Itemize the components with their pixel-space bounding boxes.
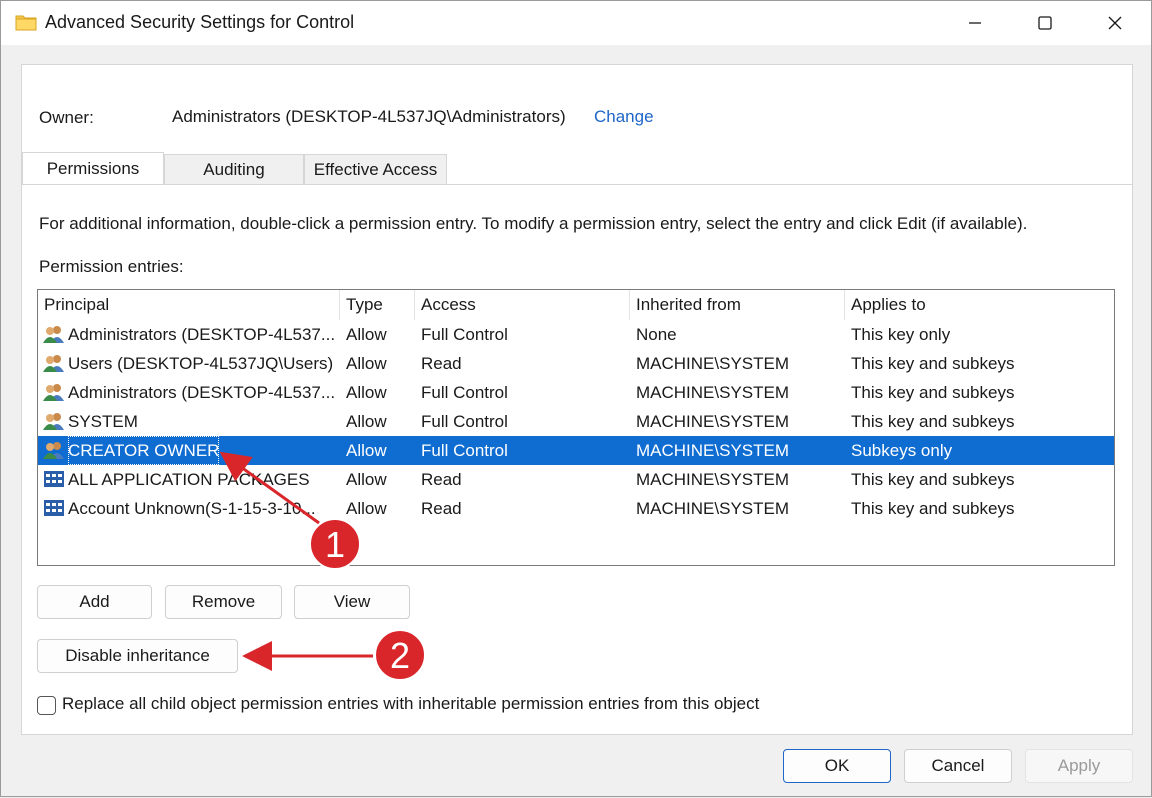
folder-icon <box>15 15 37 31</box>
info-text: For additional information, double-click… <box>39 214 1028 233</box>
tab-effective-access[interactable]: Effective Access <box>304 154 447 185</box>
app-packages-icon <box>44 500 64 516</box>
cell-applies-to: This key and subkeys <box>851 383 1015 402</box>
cell-access: Read <box>421 499 462 518</box>
owner-label: Owner: <box>39 108 94 127</box>
cell-inherited-from: MACHINE\SYSTEM <box>636 441 790 460</box>
cell-principal: Users (DESKTOP-4L537JQ\Users) <box>38 349 340 378</box>
principal-name: Administrators (DESKTOP-4L537... <box>68 325 336 344</box>
cell-applies-to: This key only <box>851 325 951 344</box>
ok-button[interactable]: OK <box>783 749 891 783</box>
replace-child-permissions-label[interactable]: Replace all child object permission entr… <box>62 694 759 714</box>
principal-name: ALL APPLICATION PACKAGES <box>68 470 310 489</box>
table-row[interactable]: Users (DESKTOP-4L537JQ\Users) Allow Read MA… <box>38 349 1114 378</box>
owner-value: Administrators (DESKTOP-4L537JQ\Administ… <box>172 107 566 126</box>
table-row[interactable]: Account Unknown(S-1-15-3-10... Allow Read M… <box>38 494 1114 523</box>
maximize-icon <box>1038 16 1052 30</box>
cell-inherited-from: MACHINE\SYSTEM <box>636 470 790 489</box>
cell-principal: Administrators (DESKTOP-4L537... <box>38 378 340 407</box>
group-users-icon <box>43 384 64 401</box>
permission-entries-label: Permission entries: <box>39 257 184 276</box>
column-header-inherited-from[interactable]: Inherited from <box>630 290 845 320</box>
column-header-applies-to[interactable]: Applies to <box>845 290 1114 320</box>
app-packages-icon <box>44 471 64 487</box>
main-panel: Owner: Administrators (DESKTOP-4L537JQ\A… <box>21 64 1133 735</box>
cell-principal: SYSTEM <box>38 407 340 436</box>
apply-button[interactable]: Apply <box>1025 749 1133 783</box>
add-button[interactable]: Add <box>37 585 152 619</box>
cell-access: Read <box>421 354 462 373</box>
title-bar[interactable]: Advanced Security Settings for Control <box>1 1 1151 45</box>
minimize-icon <box>969 22 981 24</box>
cell-access: Full Control <box>421 383 508 402</box>
group-users-icon <box>43 326 64 343</box>
table-row[interactable]: Administrators (DESKTOP-4L537... Allow Ful… <box>38 378 1114 407</box>
cell-access: Read <box>421 470 462 489</box>
cell-principal: Account Unknown(S-1-15-3-10... <box>38 494 340 523</box>
column-header-principal[interactable]: Principal <box>38 290 340 320</box>
disable-inheritance-button[interactable]: Disable inheritance <box>37 639 238 673</box>
cell-inherited-from: MACHINE\SYSTEM <box>636 354 790 373</box>
principal-name: Account Unknown(S-1-15-3-10... <box>68 499 316 518</box>
cell-type: Allow <box>346 470 387 489</box>
cell-type: Allow <box>346 499 387 518</box>
maximize-button[interactable] <box>1019 1 1071 45</box>
cell-access: Full Control <box>421 412 508 431</box>
tab-permissions[interactable]: Permissions <box>22 152 164 185</box>
cell-applies-to: This key and subkeys <box>851 412 1015 431</box>
table-row[interactable]: Administrators (DESKTOP-4L537... Allow Ful… <box>38 320 1114 349</box>
group-users-icon <box>43 413 64 430</box>
cell-principal: CREATOR OWNER <box>38 436 340 465</box>
cell-access: Full Control <box>421 441 508 460</box>
principal-name: SYSTEM <box>68 412 138 431</box>
group-users-icon <box>43 442 64 459</box>
principal-name: Users (DESKTOP-4L537JQ\Users) <box>68 354 334 373</box>
cell-applies-to: This key and subkeys <box>851 354 1015 373</box>
window-title: Advanced Security Settings for Control <box>45 12 355 32</box>
change-owner-link[interactable]: Change <box>594 107 654 127</box>
cell-applies-to: This key and subkeys <box>851 470 1015 489</box>
tab-divider <box>22 184 1132 185</box>
minimize-button[interactable] <box>949 1 1001 45</box>
cell-applies-to: Subkeys only <box>851 441 953 460</box>
list-header: Principal Type Access Inherited from App… <box>38 290 1114 320</box>
table-row[interactable]: ALL APPLICATION PACKAGES Allow Read MACHINE… <box>38 465 1114 494</box>
cell-type: Allow <box>346 441 387 460</box>
replace-child-permissions-checkbox[interactable] <box>37 696 56 715</box>
cell-inherited-from: MACHINE\SYSTEM <box>636 499 790 518</box>
cell-principal: Administrators (DESKTOP-4L537... <box>38 320 340 349</box>
cancel-button[interactable]: Cancel <box>904 749 1012 783</box>
column-header-access[interactable]: Access <box>415 290 630 320</box>
tab-bar: Permissions Auditing Effective Access <box>22 152 1132 186</box>
table-row[interactable]: SYSTEM Allow Full Control MACHINE\SYSTEM Thi… <box>38 407 1114 436</box>
cell-inherited-from: None <box>636 325 677 344</box>
close-icon <box>1108 16 1122 30</box>
cell-access: Full Control <box>421 325 508 344</box>
close-button[interactable] <box>1089 1 1141 45</box>
principal-name: CREATOR OWNER <box>68 436 220 465</box>
cell-principal: ALL APPLICATION PACKAGES <box>38 465 340 494</box>
permission-entries-list[interactable]: Principal Type Access Inherited from App… <box>37 289 1115 566</box>
column-header-type[interactable]: Type <box>340 290 415 320</box>
cell-inherited-from: MACHINE\SYSTEM <box>636 412 790 431</box>
cell-type: Allow <box>346 383 387 402</box>
principal-name: Administrators (DESKTOP-4L537... <box>68 383 336 402</box>
remove-button[interactable]: Remove <box>165 585 282 619</box>
cell-type: Allow <box>346 325 387 344</box>
tab-auditing[interactable]: Auditing <box>164 154 304 185</box>
cell-applies-to: This key and subkeys <box>851 499 1015 518</box>
cell-type: Allow <box>346 354 387 373</box>
cell-inherited-from: MACHINE\SYSTEM <box>636 383 790 402</box>
table-row[interactable]: CREATOR OWNER Allow Full Control MACHINE\SY… <box>38 436 1114 465</box>
cell-type: Allow <box>346 412 387 431</box>
security-settings-window: Advanced Security Settings for Control O… <box>0 0 1152 797</box>
group-users-icon <box>43 355 64 372</box>
view-button[interactable]: View <box>294 585 410 619</box>
